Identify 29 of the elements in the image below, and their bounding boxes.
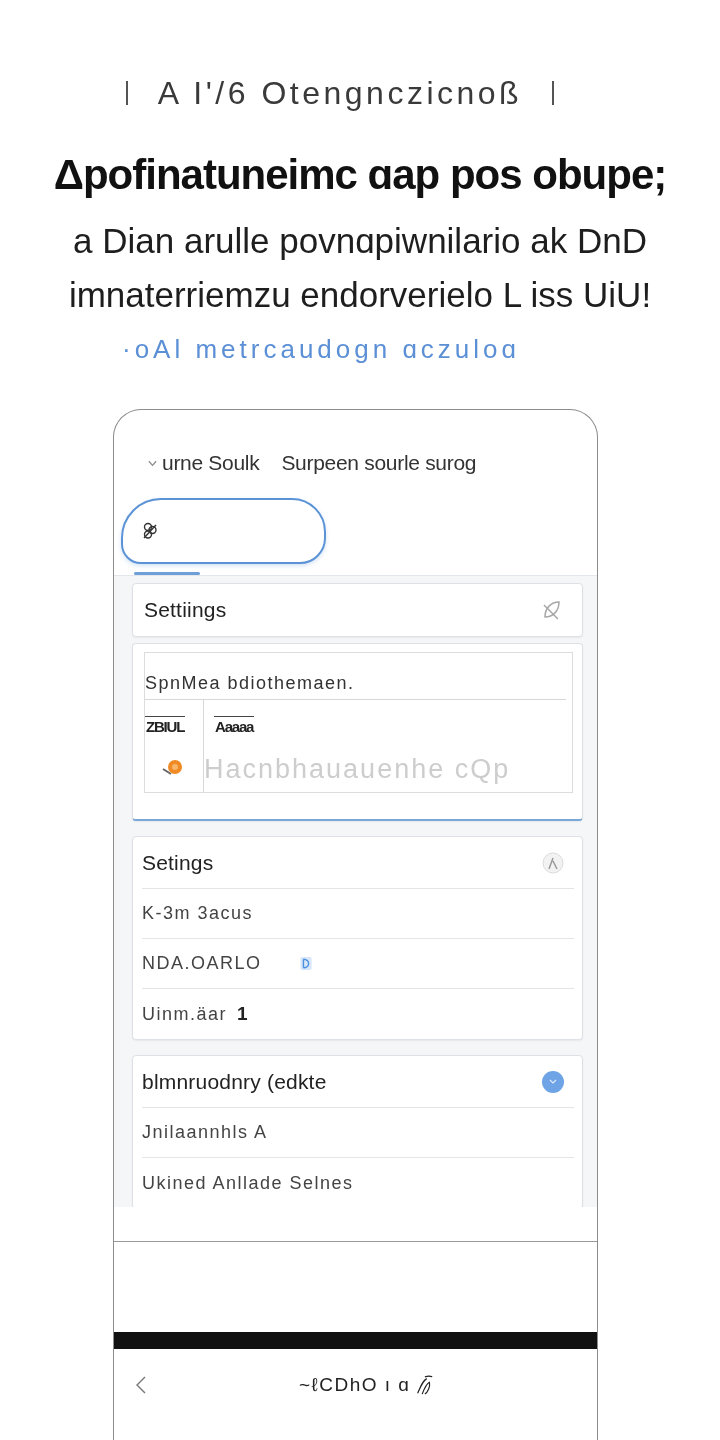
toolbar-button[interactable]: Aaaaa bbox=[214, 716, 255, 736]
document-icon bbox=[299, 956, 312, 971]
app-title: urne Soulk bbox=[162, 451, 260, 475]
card-title: blmnruodnry (edkte bbox=[142, 1069, 327, 1094]
chevron-down-icon bbox=[148, 459, 157, 467]
intro-paragraph: a Dian arulle povnɑpiwnilario ak DnD imnaterriemzu endorverielo L iss UiU! bbox=[67, 220, 653, 316]
app-subtitle: Surpeen sourle surog bbox=[281, 451, 477, 475]
row-value: 1 bbox=[237, 1003, 248, 1025]
list-item[interactable]: NDA.OARLO bbox=[142, 953, 262, 974]
tagline: A I'/6 Otengnczicnoß bbox=[157, 74, 523, 112]
card-title: Settiings bbox=[144, 598, 227, 622]
list-item[interactable]: Uinm.äar bbox=[142, 1003, 228, 1025]
list-item[interactable]: K-3m 3acus bbox=[142, 903, 254, 924]
leaf-icon bbox=[541, 599, 563, 621]
back-icon[interactable] bbox=[135, 1374, 147, 1395]
card-title: Setings bbox=[142, 850, 214, 875]
chevron-circle-icon bbox=[542, 1070, 564, 1093]
input-field[interactable] bbox=[121, 498, 326, 564]
tab-indicator bbox=[134, 572, 200, 575]
list-item[interactable]: Jnilaannhls A bbox=[142, 1122, 268, 1143]
rings-icon bbox=[141, 522, 159, 540]
list-item[interactable]: Ukined Anllade Selnes bbox=[142, 1172, 354, 1194]
editor-label: SpnMea bdiothemaen. bbox=[145, 672, 355, 694]
pin-icon bbox=[161, 758, 183, 776]
scribble-icon bbox=[414, 1372, 435, 1397]
lambda-icon bbox=[542, 851, 564, 874]
headline: Δpofinatuneimc ɑap pos obupe; bbox=[53, 150, 667, 200]
bottom-label: ~ℓCDhO ı ɑ bbox=[299, 1373, 411, 1396]
toolbar-button[interactable]: ZBIUL bbox=[145, 716, 186, 736]
